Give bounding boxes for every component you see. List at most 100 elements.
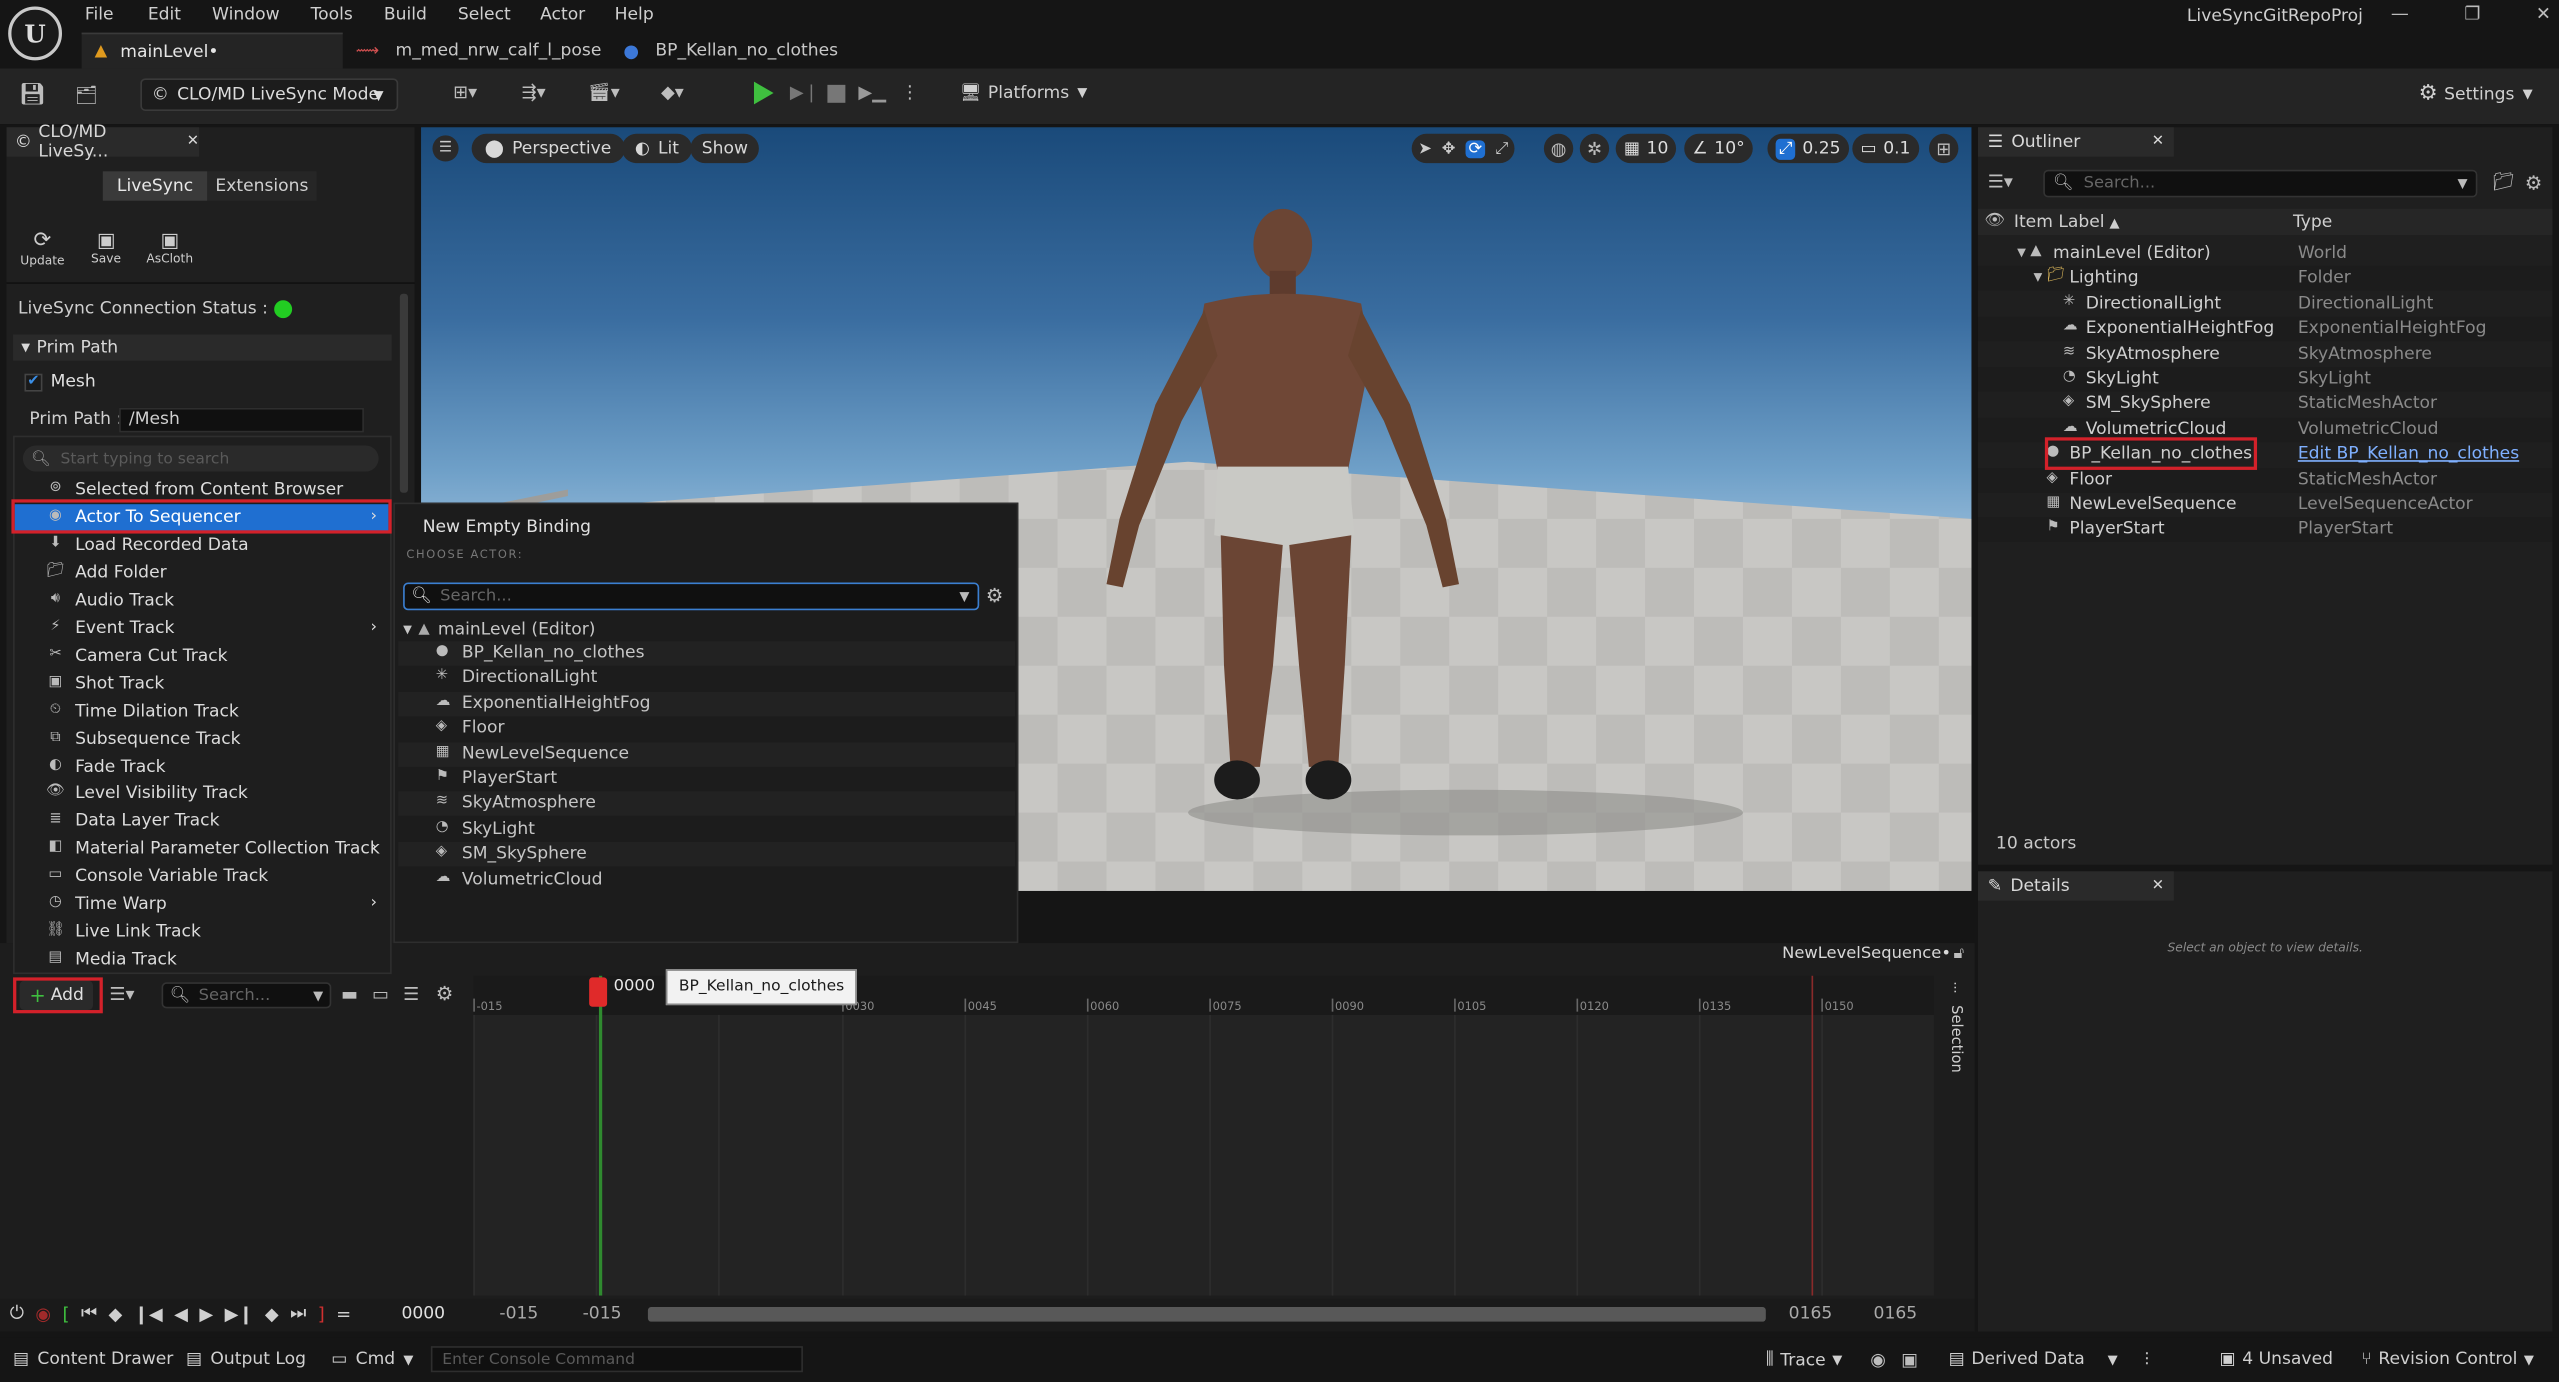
menu-actor[interactable]: Actor: [540, 5, 585, 25]
gear-icon[interactable]: ⚙: [986, 584, 1004, 607]
close-window-icon[interactable]: ✕: [2536, 3, 2551, 24]
menu-edit[interactable]: Edit: [148, 5, 181, 25]
left-scrollbar[interactable]: [399, 293, 408, 493]
actor-tree-root[interactable]: ▼ ▲ mainLevel (Editor): [403, 617, 595, 641]
outliner-search[interactable]: 🔍︎ Search... ▼: [2043, 169, 2478, 198]
set-start-icon[interactable]: [: [63, 1303, 70, 1324]
new-empty-binding[interactable]: New Empty Binding: [423, 517, 591, 537]
close-tab-icon[interactable]: ✕: [187, 134, 199, 150]
step-icon[interactable]: ▶❘: [790, 82, 819, 103]
eject-icon[interactable]: ▶▁: [858, 82, 886, 103]
menu-file[interactable]: File: [85, 5, 114, 25]
translate-icon[interactable]: ✥: [1442, 140, 1456, 158]
work-end[interactable]: 0165: [1789, 1304, 1833, 1324]
list-icon[interactable]: ☰: [403, 984, 419, 1005]
add-menu-search[interactable]: 🔍︎ Start typing to search: [22, 445, 379, 472]
unsaved-button[interactable]: ▣ 4 Unsaved: [2220, 1349, 2333, 1369]
actor-search[interactable]: 🔍︎ Search... ▼: [403, 582, 980, 611]
stop-icon[interactable]: [827, 84, 846, 103]
add-menu-item[interactable]: [15, 753, 389, 781]
revision-control-button[interactable]: ⑂ Revision Control ▼: [2362, 1349, 2534, 1369]
menu-select[interactable]: Select: [458, 5, 511, 25]
play-options-icon[interactable]: ⋮: [901, 82, 919, 103]
prim-path-section[interactable]: ▼ Prim Path: [13, 334, 392, 361]
tab-mainlevel[interactable]: ▲ mainLevel•: [81, 32, 343, 69]
menu-help[interactable]: Help: [615, 5, 654, 25]
lit-button[interactable]: ◐ Lit: [621, 133, 693, 164]
screenshot-icon[interactable]: ▣: [1901, 1349, 1918, 1370]
chevron-down-icon[interactable]: ▼: [2033, 271, 2042, 284]
work-start[interactable]: -015: [583, 1304, 622, 1324]
record-icon[interactable]: ◉: [35, 1303, 51, 1324]
lock-icon[interactable]: 🔓︎: [1954, 945, 1965, 963]
content-browser-icon[interactable]: 🗂︎: [72, 82, 101, 108]
next-key-icon[interactable]: ◆: [265, 1303, 279, 1324]
add-menu-item[interactable]: [15, 947, 389, 975]
chevron-down-icon[interactable]: ▼: [2017, 246, 2026, 259]
output-log-button[interactable]: ▤ Output Log: [186, 1349, 306, 1369]
platforms-button[interactable]: 🖥︎ Platforms ▼: [960, 82, 1088, 102]
timeline-area[interactable]: [473, 975, 1934, 1296]
tab-blueprint[interactable]: ● BP_Kellan_no_clothes: [614, 33, 838, 69]
menu-window[interactable]: Window: [212, 5, 280, 25]
add-actor-icon[interactable]: ⊞▾: [444, 82, 486, 103]
prev-key-icon[interactable]: ◆: [109, 1303, 123, 1324]
add-menu-item[interactable]: [15, 919, 389, 947]
outliner-tab[interactable]: ☰ Outliner ✕: [1977, 127, 2174, 157]
expand-icon[interactable]: ▭: [372, 984, 389, 1005]
collapse-icon[interactable]: ▬: [341, 984, 358, 1005]
layout-icon[interactable]: ⊞: [1929, 133, 1959, 164]
livesync-tab[interactable]: LiveSync: [102, 171, 208, 201]
selection-sidebar[interactable]: ⫶ Selection: [1939, 982, 1972, 1073]
update-button[interactable]: ⟳ Update: [20, 228, 66, 267]
settings-button[interactable]: ⚙ Settings ▼: [2419, 82, 2533, 106]
filter-icon[interactable]: ☰▾: [109, 984, 134, 1005]
details-tab[interactable]: ✎ Details ✕: [1977, 871, 2174, 901]
world-local-icon[interactable]: ◍: [1543, 133, 1574, 164]
derived-data-button[interactable]: ▤ Derived Data ▼: [1949, 1349, 2118, 1369]
minimize-icon[interactable]: —: [2391, 3, 2409, 24]
play-icon[interactable]: [753, 81, 774, 105]
close-tab-icon[interactable]: ✕: [2152, 878, 2164, 894]
select-icon[interactable]: ➤: [1418, 140, 1432, 158]
play-reverse-icon[interactable]: ◀: [174, 1303, 188, 1324]
perspective-button[interactable]: ⬤ Perspective: [471, 133, 625, 164]
outliner-row[interactable]: [1977, 467, 2553, 493]
add-menu-item[interactable]: [15, 559, 389, 587]
add-menu-item[interactable]: [15, 615, 389, 643]
add-menu-item[interactable]: [15, 670, 389, 698]
surface-snap-icon[interactable]: ✲: [1579, 133, 1610, 164]
trace-button[interactable]: ⫼ Trace ▼: [1766, 1349, 1842, 1370]
prim-path-field[interactable]: /Mesh: [119, 407, 364, 433]
step-back-icon[interactable]: ❙◀: [134, 1303, 163, 1324]
jump-start-icon[interactable]: ⏮: [81, 1302, 97, 1325]
scale-snap[interactable]: ⤢ 0.25: [1767, 133, 1849, 164]
record-trace-icon[interactable]: ◉: [1870, 1349, 1886, 1370]
scale-icon[interactable]: ⤢: [1495, 140, 1508, 158]
gear-icon[interactable]: ⚙: [2525, 171, 2543, 194]
playhead[interactable]: [589, 977, 608, 1007]
build-icon[interactable]: ◆▾: [650, 82, 696, 103]
add-menu-item[interactable]: [15, 587, 389, 615]
cinematics-icon[interactable]: 🎬︎▾: [581, 82, 627, 103]
viewport-menu-button[interactable]: ☰: [432, 135, 459, 162]
tab-animation[interactable]: ⟿ m_med_nrw_calf_l_pose: [346, 33, 602, 69]
left-panel-tab[interactable]: © CLO/MD LiveSy... ✕: [6, 122, 200, 162]
gear-icon[interactable]: ⚙: [436, 982, 454, 1005]
frame-field[interactable]: 0000: [401, 1304, 445, 1324]
menu-build[interactable]: Build: [384, 5, 427, 25]
add-menu-item[interactable]: [15, 891, 389, 919]
save-button[interactable]: ▣ Save: [85, 228, 127, 266]
view-start[interactable]: -015: [499, 1304, 538, 1324]
camera-speed[interactable]: ▭ 0.1: [1852, 133, 1919, 164]
console-input[interactable]: Enter Console Command: [430, 1346, 803, 1373]
mesh-checkbox[interactable]: ✔ Mesh: [24, 372, 96, 392]
track-search[interactable]: 🔍︎ Search... ▼: [161, 982, 332, 1009]
outliner-row[interactable]: [1977, 517, 2553, 543]
blueprint-menu-icon[interactable]: ⇶▾: [511, 82, 557, 103]
visibility-icon[interactable]: 👁︎: [1985, 212, 2006, 230]
jump-end-icon[interactable]: ⏭: [290, 1302, 306, 1325]
menu-tools[interactable]: Tools: [311, 5, 353, 25]
save-icon[interactable]: 💾︎: [19, 82, 46, 108]
set-end-icon[interactable]: ]: [318, 1303, 325, 1324]
